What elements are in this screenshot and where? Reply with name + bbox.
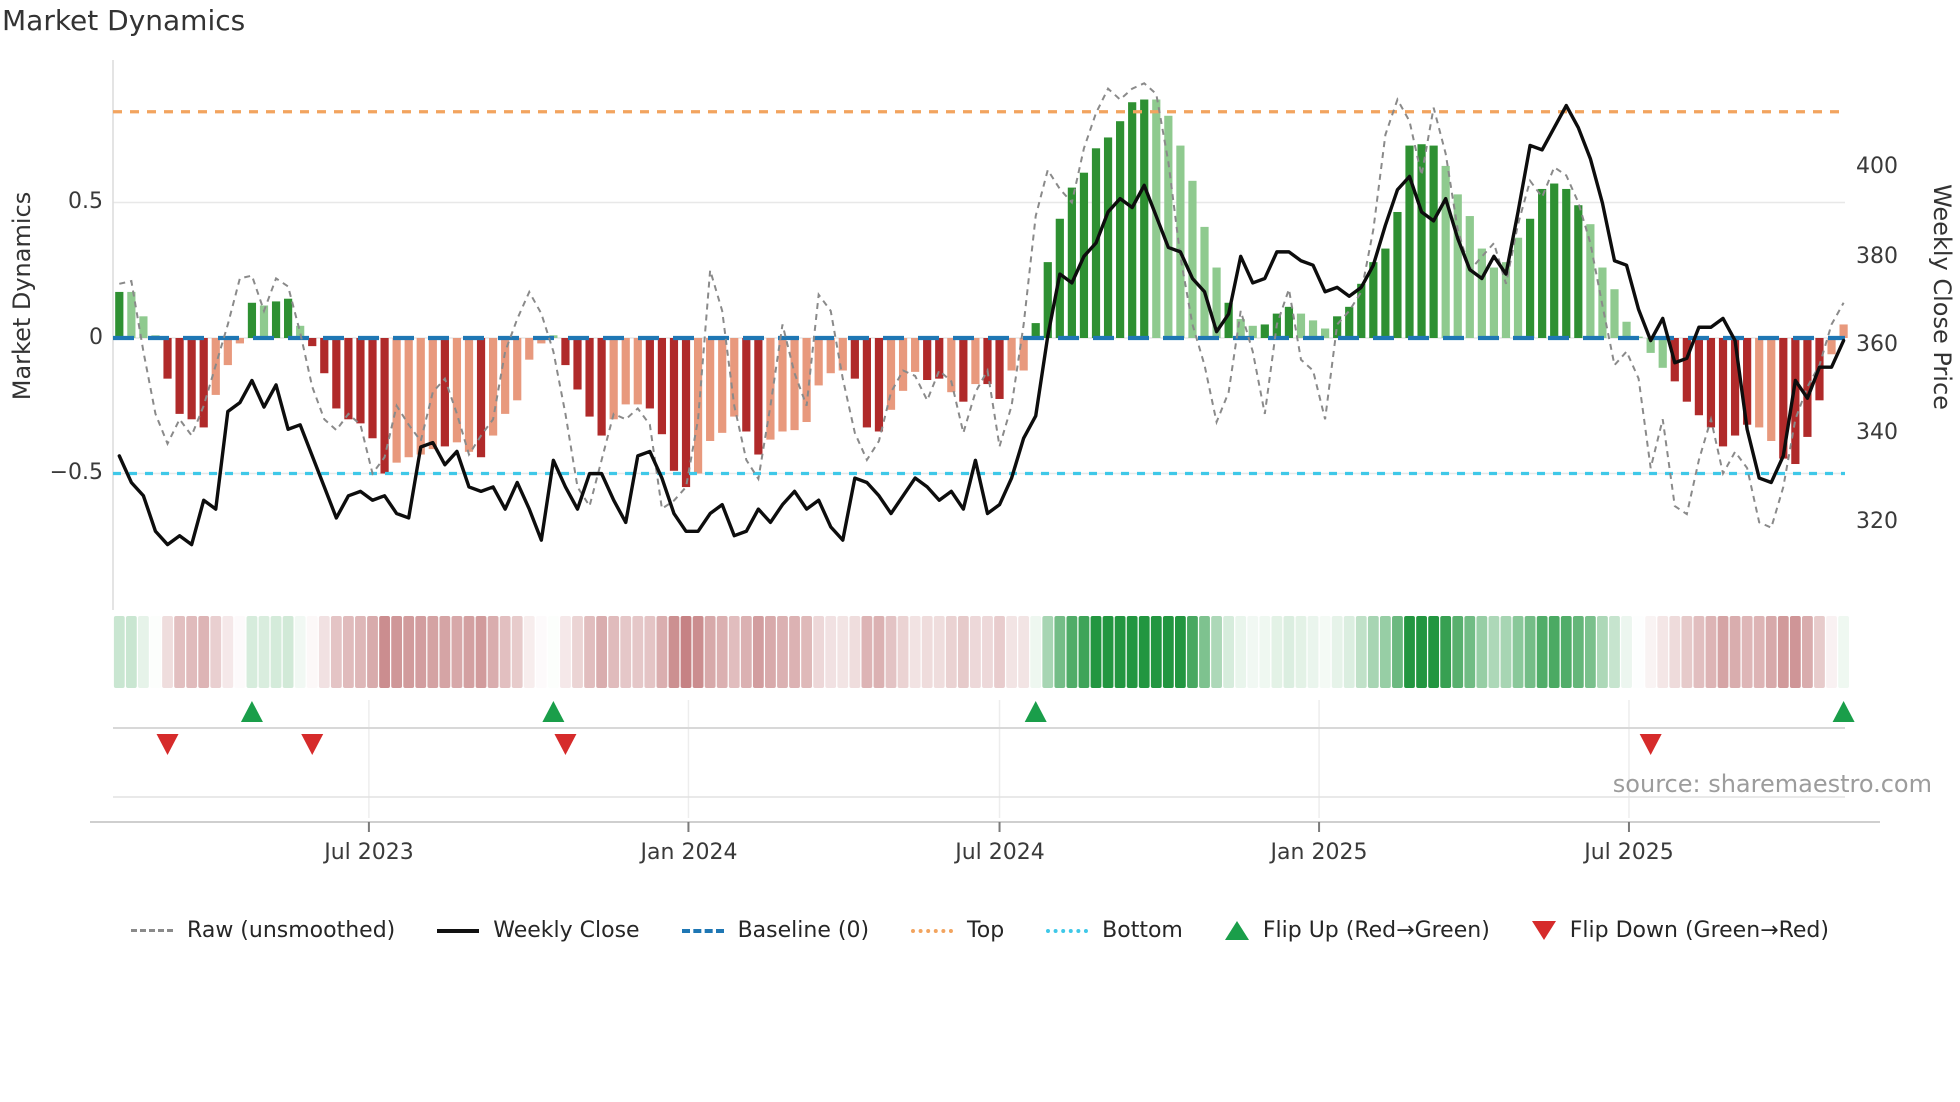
legend: Raw (unsmoothed) Weekly Close Baseline (…	[0, 918, 1960, 943]
legend-label: Top	[967, 918, 1005, 943]
right-tick-340: 340	[1856, 420, 1898, 445]
close-line-icon	[437, 928, 480, 933]
legend-item-raw[interactable]: Raw (unsmoothed)	[131, 918, 395, 943]
x-tick-jul-2025: Jul 2025	[1584, 840, 1674, 865]
raw-line-icon	[131, 929, 174, 932]
left-axis-label: Market Dynamics	[8, 191, 36, 401]
left-tick-0: 0	[89, 325, 103, 350]
flip-down-triangle-icon	[1531, 921, 1556, 940]
top-line-icon	[911, 928, 954, 933]
flip-up-triangle-icon	[1224, 921, 1249, 940]
x-tick-jul-2023: Jul 2023	[324, 840, 414, 865]
baseline-line-icon	[681, 928, 724, 933]
right-tick-400: 400	[1856, 154, 1898, 179]
left-tick-neg0.5: −0.5	[49, 460, 103, 485]
x-tick-jan-2024: Jan 2024	[640, 840, 738, 865]
legend-item-baseline[interactable]: Baseline (0)	[681, 918, 870, 943]
legend-item-weekly-close[interactable]: Weekly Close	[437, 918, 640, 943]
source-credit: source: sharemaestro.com	[1612, 770, 1932, 798]
legend-label: Weekly Close	[493, 918, 640, 943]
x-tick-jan-2025: Jan 2025	[1270, 840, 1368, 865]
page-title: Market Dynamics	[2, 4, 246, 37]
legend-label: Raw (unsmoothed)	[187, 918, 396, 943]
legend-label: Baseline (0)	[737, 918, 870, 943]
legend-label: Flip Down (Green→Red)	[1569, 918, 1829, 943]
x-tick-jul-2024: Jul 2024	[955, 840, 1045, 865]
legend-item-top[interactable]: Top	[911, 918, 1004, 943]
right-tick-360: 360	[1856, 332, 1898, 357]
left-tick-0.5: 0.5	[68, 189, 103, 214]
legend-label: Bottom	[1102, 918, 1183, 943]
legend-item-flip-up[interactable]: Flip Up (Red→Green)	[1224, 918, 1490, 943]
bottom-line-icon	[1046, 928, 1089, 933]
legend-label: Flip Up (Red→Green)	[1262, 918, 1490, 943]
right-tick-320: 320	[1856, 509, 1898, 534]
market-dynamics-chart: Market Dynamics Market Dynamics Weekly C…	[0, 0, 1960, 1102]
right-axis-label: Weekly Close Price	[1928, 184, 1956, 410]
legend-item-flip-down[interactable]: Flip Down (Green→Red)	[1531, 918, 1829, 943]
legend-item-bottom[interactable]: Bottom	[1046, 918, 1183, 943]
right-tick-380: 380	[1856, 244, 1898, 269]
